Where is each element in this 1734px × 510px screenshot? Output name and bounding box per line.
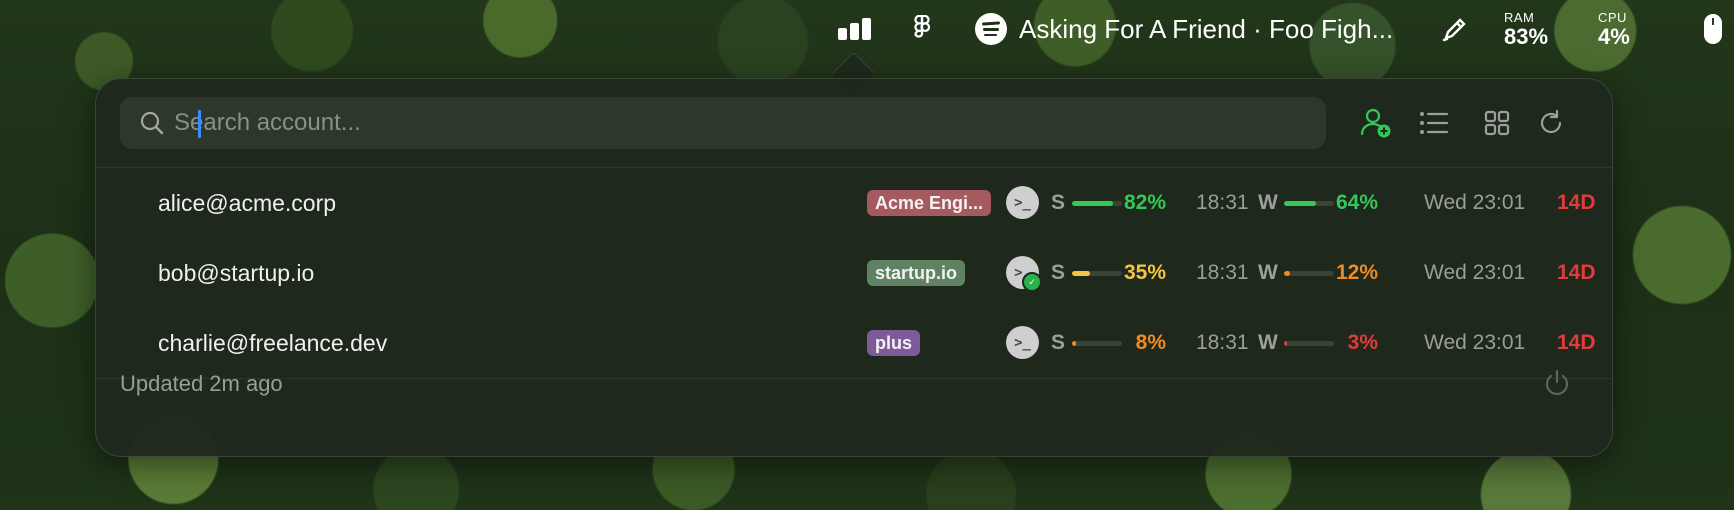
search-icon	[138, 109, 166, 137]
session-label: S	[1051, 191, 1066, 214]
accounts-popover: alice@acme.corp Acme Engi... >_ S 82% 18…	[95, 78, 1613, 457]
last-updated-text: Updated 2m ago	[120, 371, 283, 396]
weekly-usage-percent: 64%	[1335, 191, 1378, 214]
weekly-usage-percent: 12%	[1335, 261, 1378, 284]
account-badge: plus	[867, 330, 921, 356]
pen-icon[interactable]	[1440, 0, 1470, 58]
weekly-label: W	[1258, 331, 1278, 354]
ram-value: 83%	[1504, 23, 1549, 49]
ram-stat[interactable]: RAM 83%	[1504, 0, 1548, 58]
mouse-icon[interactable]	[1702, 0, 1724, 58]
account-avatar: >_	[1006, 186, 1039, 219]
account-email: alice@acme.corp	[158, 190, 337, 216]
active-check-icon: ✓	[1022, 272, 1042, 292]
weekly-reset-time: Wed 23:01	[1424, 331, 1526, 354]
refresh-icon	[1540, 109, 1562, 134]
spotify-icon	[975, 13, 1007, 45]
session-label: S	[1051, 261, 1066, 284]
usage-stats-icon[interactable]	[838, 0, 874, 58]
divider	[96, 378, 1612, 379]
search-input[interactable]	[172, 108, 1326, 138]
session-reset-time: 18:31	[1196, 191, 1249, 214]
grid-view-button[interactable]	[1479, 105, 1515, 141]
account-row[interactable]: charlie@freelance.dev plus >_ S 8% 18:31…	[96, 308, 1612, 378]
account-badge: startup.io	[867, 260, 966, 286]
account-row[interactable]: alice@acme.corp Acme Engi... >_ S 82% 18…	[96, 168, 1612, 238]
cpu-label: CPU	[1598, 9, 1627, 25]
account-email: bob@startup.io	[158, 260, 315, 286]
figma-icon[interactable]	[912, 0, 932, 58]
days-left: 14D	[1557, 261, 1596, 284]
list-icon	[1420, 112, 1449, 134]
account-avatar: >_ ✓	[1006, 256, 1042, 292]
now-playing-track: Asking For A Friend · Foo Figh...	[1019, 13, 1394, 44]
menu-bar: Asking For A Friend · Foo Figh... RAM 83…	[0, 0, 1734, 58]
days-left: 14D	[1557, 191, 1596, 214]
session-usage-percent: 8%	[1135, 331, 1166, 354]
power-icon	[1545, 369, 1569, 396]
spotify-now-playing[interactable]: Asking For A Friend · Foo Figh...	[975, 0, 1393, 58]
refresh-button[interactable]	[1533, 105, 1569, 141]
weekly-usage-percent: 3%	[1347, 331, 1378, 354]
weekly-label: W	[1258, 191, 1278, 214]
weekly-label: W	[1258, 261, 1278, 284]
session-reset-time: 18:31	[1196, 261, 1249, 284]
quit-button[interactable]	[1542, 368, 1572, 398]
session-label: S	[1051, 331, 1066, 354]
session-usage-percent: 35%	[1123, 261, 1166, 284]
cpu-value: 4%	[1598, 23, 1630, 49]
ram-label: RAM	[1504, 9, 1535, 25]
weekly-reset-time: Wed 23:01	[1424, 261, 1526, 284]
add-user-icon	[1360, 108, 1391, 138]
account-badge: Acme Engi...	[867, 190, 992, 216]
text-caret	[198, 110, 201, 138]
account-row[interactable]: bob@startup.io startup.io >_ ✓ S 35% 18:3…	[96, 238, 1612, 308]
account-avatar: >_	[1006, 326, 1039, 359]
grid-icon	[1484, 110, 1510, 136]
weekly-reset-time: Wed 23:01	[1424, 191, 1526, 214]
search-bar[interactable]	[120, 97, 1326, 149]
list-view-button[interactable]	[1416, 105, 1452, 141]
add-account-button[interactable]	[1358, 105, 1394, 141]
session-usage-percent: 82%	[1123, 191, 1166, 214]
cpu-stat[interactable]: CPU 4%	[1598, 0, 1630, 58]
session-reset-time: 18:31	[1196, 331, 1249, 354]
